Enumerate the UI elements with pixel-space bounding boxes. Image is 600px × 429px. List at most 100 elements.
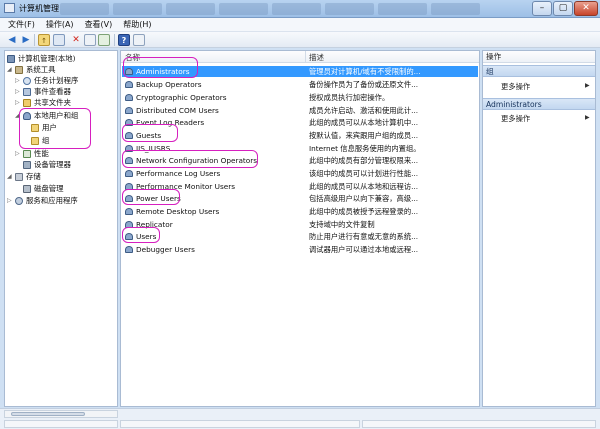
performance-icon bbox=[23, 150, 31, 158]
group-icon bbox=[125, 195, 133, 202]
computer-management-icon bbox=[4, 3, 15, 13]
show-hide-tree-icon[interactable] bbox=[53, 34, 65, 46]
menu-help[interactable]: 帮助(H) bbox=[123, 19, 151, 30]
tree-label: 任务计划程序 bbox=[34, 76, 79, 85]
table-row[interactable]: Replicator 支持域中的文件复制 bbox=[122, 219, 478, 230]
status-bar bbox=[0, 408, 600, 429]
computer-icon bbox=[7, 55, 15, 63]
table-row[interactable]: Debugger Users 调试器用户可以通过本地或远程... bbox=[122, 244, 478, 255]
tree-label: 用户 bbox=[42, 123, 57, 132]
properties-icon[interactable] bbox=[84, 34, 96, 46]
folder-icon bbox=[31, 137, 39, 145]
group-description: 此组的成员可以从本地和远程访... bbox=[309, 182, 419, 191]
close-button[interactable]: ✕ bbox=[574, 1, 598, 16]
expand-arrow-icon[interactable]: ▷ bbox=[15, 98, 21, 108]
expand-arrow-icon[interactable]: ▷ bbox=[15, 149, 21, 159]
group-name: Network Configuration Operators bbox=[136, 156, 258, 165]
menu-view[interactable]: 查看(V) bbox=[85, 19, 113, 30]
list-view-icon[interactable] bbox=[133, 34, 145, 46]
more-actions-link[interactable]: 更多操作 bbox=[501, 114, 530, 124]
group-icon bbox=[125, 246, 133, 253]
collapse-arrow-icon[interactable]: ◢ bbox=[7, 172, 13, 182]
group-description: 授权成员执行加密操作。 bbox=[309, 93, 390, 102]
group-description: 此组中的成员被授予远程登录的... bbox=[309, 207, 419, 216]
tree-label: 服务和应用程序 bbox=[26, 196, 78, 205]
column-header-name[interactable]: 名称 bbox=[125, 52, 140, 63]
group-icon bbox=[125, 94, 133, 101]
table-row[interactable]: Backup Operators 备份操作员为了备份或还原文件... bbox=[122, 79, 478, 90]
group-description: 管理员对计算机/域有不受限制的... bbox=[309, 67, 421, 76]
maximize-button[interactable]: ▢ bbox=[553, 1, 573, 16]
table-row[interactable]: Network Configuration Operators 此组中的成员有部… bbox=[122, 155, 478, 166]
expand-arrow-icon[interactable]: ▷ bbox=[7, 196, 13, 206]
group-description: 此组的成员可以从本地计算机中... bbox=[309, 118, 419, 127]
actions-section-groups[interactable]: 组 bbox=[483, 65, 595, 77]
tree-label: 共享文件夹 bbox=[34, 98, 71, 107]
menu-action[interactable]: 操作(A) bbox=[46, 19, 74, 30]
forward-arrow-icon[interactable]: ▶ bbox=[20, 34, 32, 46]
table-row[interactable]: Users 防止用户进行有意或无意的系统... bbox=[122, 231, 478, 242]
tree-label: 系统工具 bbox=[26, 65, 56, 74]
submenu-arrow-icon[interactable]: ▶ bbox=[585, 114, 590, 121]
menu-file[interactable]: 文件(F) bbox=[8, 19, 35, 30]
storage-icon bbox=[15, 173, 23, 181]
collapse-arrow-icon[interactable]: ◢ bbox=[7, 65, 13, 75]
status-cell bbox=[4, 420, 118, 428]
group-name: Guests bbox=[136, 131, 162, 140]
group-icon bbox=[125, 119, 133, 126]
submenu-arrow-icon[interactable]: ▶ bbox=[585, 82, 590, 89]
tree-label: 计算机管理(本地) bbox=[18, 54, 76, 63]
group-icon bbox=[125, 81, 133, 88]
tree-label: 事件查看器 bbox=[34, 87, 71, 96]
expand-arrow-icon[interactable]: ▷ bbox=[15, 87, 21, 97]
group-description: 包括高级用户以向下兼容，高级... bbox=[309, 194, 419, 203]
table-row[interactable]: Cryptographic Operators 授权成员执行加密操作。 bbox=[122, 92, 478, 103]
column-header-description[interactable]: 描述 bbox=[309, 52, 324, 63]
export-list-icon[interactable] bbox=[98, 34, 110, 46]
table-row[interactable]: Power Users 包括高级用户以向下兼容，高级... bbox=[122, 193, 478, 204]
table-row[interactable]: Remote Desktop Users 此组中的成员被授予远程登录的... bbox=[122, 206, 478, 217]
more-actions-link[interactable]: 更多操作 bbox=[501, 82, 530, 92]
horizontal-scrollbar[interactable] bbox=[4, 410, 118, 418]
toolbar-separator bbox=[114, 34, 115, 46]
group-name: Users bbox=[136, 232, 157, 241]
group-icon bbox=[125, 157, 133, 164]
folder-up-icon[interactable]: ↑ bbox=[38, 34, 50, 46]
table-row[interactable]: IIS_IUSRS Internet 信息服务使用的内置组。 bbox=[122, 143, 478, 154]
status-cell bbox=[362, 420, 596, 428]
table-row[interactable]: Performance Monitor Users 此组的成员可以从本地和远程访… bbox=[122, 181, 478, 192]
table-row[interactable]: Event Log Readers 此组的成员可以从本地计算机中... bbox=[122, 117, 478, 128]
toolbar: ◀ ▶ ↑ ✕ ? bbox=[0, 32, 600, 48]
table-row[interactable]: Administrators 管理员对计算机/域有不受限制的... bbox=[122, 66, 478, 77]
delete-icon[interactable]: ✕ bbox=[70, 34, 82, 46]
group-icon bbox=[125, 183, 133, 190]
group-description: Internet 信息服务使用的内置组。 bbox=[309, 144, 421, 153]
minimize-button[interactable]: – bbox=[532, 1, 552, 16]
scrollbar-thumb[interactable] bbox=[11, 412, 85, 416]
column-divider[interactable] bbox=[305, 51, 306, 63]
collapse-arrow-icon[interactable]: ◢ bbox=[15, 111, 21, 121]
disk-icon bbox=[23, 185, 31, 193]
actions-section-selected[interactable]: Administrators bbox=[483, 98, 595, 110]
clock-icon bbox=[23, 77, 31, 85]
back-arrow-icon[interactable]: ◀ bbox=[6, 34, 18, 46]
help-icon[interactable]: ? bbox=[118, 34, 130, 46]
menu-bar: 文件(F) 操作(A) 查看(V) 帮助(H) bbox=[0, 18, 600, 32]
table-row[interactable]: Performance Log Users 该组中的成员可以计划进行性能... bbox=[122, 168, 478, 179]
group-description: 调试器用户可以通过本地或远程... bbox=[309, 245, 419, 254]
table-row[interactable]: Distributed COM Users 成员允许启动、激活和使用此计... bbox=[122, 105, 478, 116]
tree-label: 组 bbox=[42, 136, 50, 145]
group-icon bbox=[125, 145, 133, 152]
table-row[interactable]: Guests 按默认值，来宾跟用户组的成员... bbox=[122, 130, 478, 141]
group-icon bbox=[125, 170, 133, 177]
group-name: Power Users bbox=[136, 194, 181, 203]
tree-label: 本地用户和组 bbox=[34, 111, 79, 120]
group-description: 成员允许启动、激活和使用此计... bbox=[309, 106, 419, 115]
expand-arrow-icon[interactable]: ▷ bbox=[15, 76, 21, 86]
tree-label: 性能 bbox=[34, 149, 49, 158]
device-manager-icon bbox=[23, 161, 31, 169]
group-list-pane: 名称 描述 Administrators 管理员对计算机/域有不受限制的... … bbox=[120, 50, 480, 407]
group-name: Replicator bbox=[136, 220, 173, 229]
group-description: 按默认值，来宾跟用户组的成员... bbox=[309, 131, 419, 140]
group-icon bbox=[125, 208, 133, 215]
